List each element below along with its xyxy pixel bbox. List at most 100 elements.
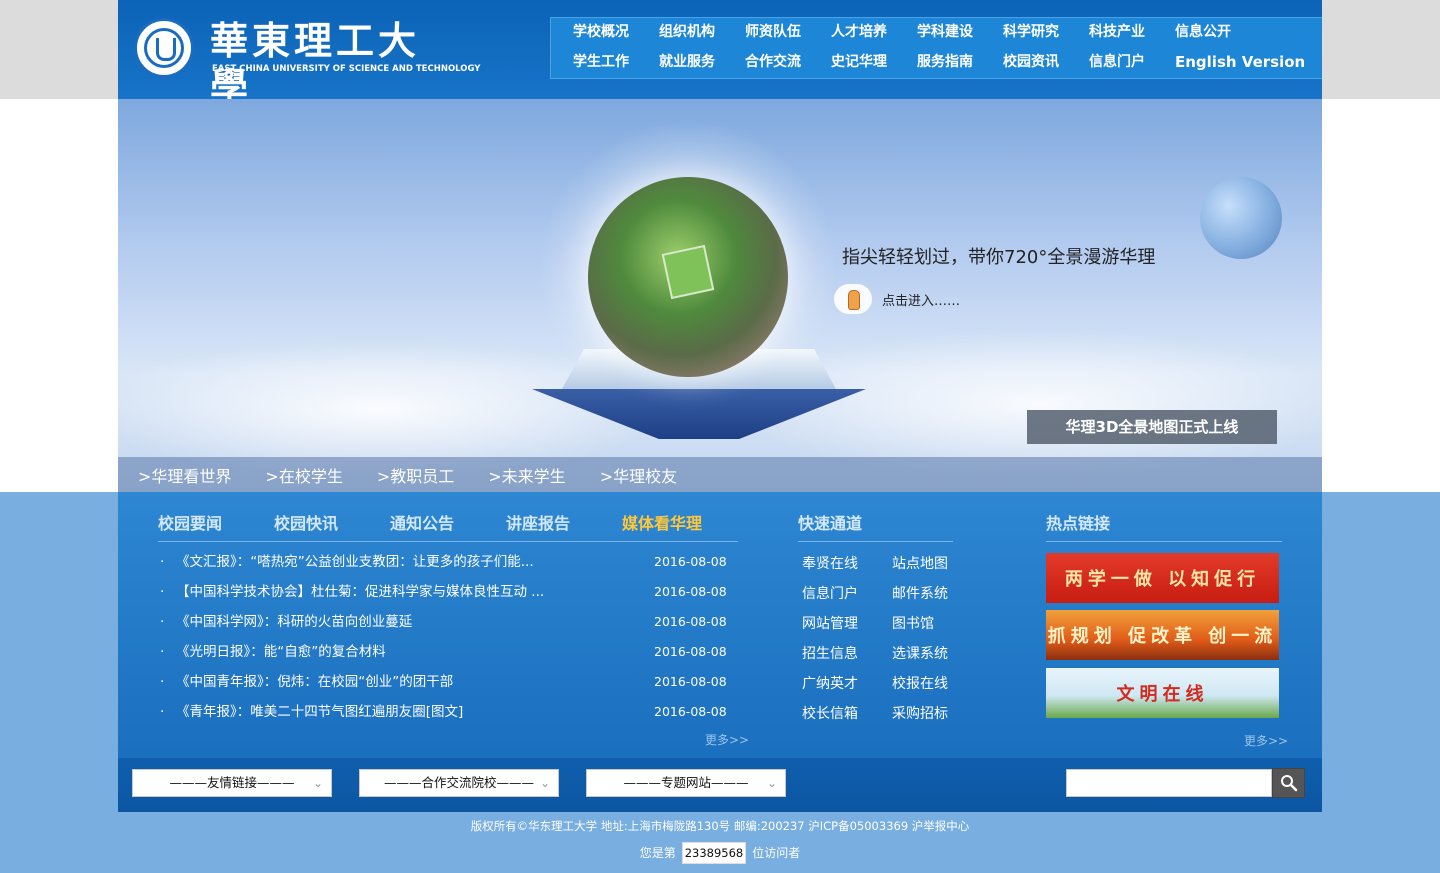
quick-link-admissions[interactable]: 招生信息	[802, 639, 892, 669]
news-date: 2016-08-08	[654, 584, 727, 599]
visits-prefix: 您是第	[639, 846, 676, 860]
nav-item-service-guide[interactable]: 服务指南	[895, 48, 981, 78]
hot-more-link[interactable]: 更多>>	[1244, 732, 1288, 749]
banner-caption[interactable]: 华理3D全景地图正式上线	[1027, 410, 1277, 444]
hot-banner-two-studies[interactable]: 两学一做 以知促行	[1046, 553, 1279, 603]
nav-item-history[interactable]: 史记华理	[809, 48, 895, 78]
chevron-down-icon: ⌄	[539, 776, 551, 790]
tab-notices[interactable]: 通知公告	[390, 512, 506, 541]
news-title[interactable]: 《青年报》：唯美二十四节气图红遍朋友圈[图文]	[176, 697, 586, 727]
news-date: 2016-08-08	[654, 704, 727, 719]
list-item[interactable]: · 【中国科学技术协会】杜仕菊：促进科学家与媒体良性互动 ... 2016-08…	[160, 577, 730, 607]
nav-item-disciplines[interactable]: 学科建设	[895, 18, 981, 48]
list-item[interactable]: · 《中国青年报》：倪炜：在校园“创业”的团干部 2016-08-08	[160, 667, 730, 697]
nav-item-info-portal[interactable]: 信息门户	[1067, 48, 1153, 78]
news-title[interactable]: 《文汇报》：“嗒热宛”公益创业支教团：让更多的孩子们能...	[176, 547, 586, 577]
visitor-counter-line: 您是第 23389568 位访问者	[118, 842, 1322, 864]
visits-suffix: 位访问者	[752, 846, 801, 860]
list-item[interactable]: · 《文汇报》：“嗒热宛”公益创业支教团：让更多的孩子们能... 2016-08…	[160, 547, 730, 577]
list-item[interactable]: · 《青年报》：唯美二十四节气图红遍朋友圈[图文] 2016-08-08	[160, 697, 730, 727]
list-item[interactable]: · 《光明日报》：能“自愈”的复合材料 2016-08-08	[160, 637, 730, 667]
topic-sites-select[interactable]: ———专题网站——— ⌄	[586, 769, 786, 797]
quick-link-recruitment[interactable]: 广纳英才	[802, 669, 892, 699]
tab-future-students[interactable]: >未来学生	[488, 463, 565, 487]
tab-media[interactable]: 媒体看华理	[622, 512, 738, 541]
select-value: ———专题网站———	[623, 775, 749, 790]
university-logo[interactable]: 華東理工大學 EAST CHINA UNIVERSITY OF SCIENCE …	[134, 16, 480, 109]
quick-link-newspaper[interactable]: 校报在线	[892, 669, 962, 699]
select-value: ———友情链接———	[169, 775, 295, 790]
quick-link-course-selection[interactable]: 选课系统	[892, 639, 962, 669]
quick-links-title: 快速通道	[798, 512, 953, 542]
news-more-link[interactable]: 更多>>	[705, 731, 749, 748]
quick-link-procurement[interactable]: 采购招标	[892, 699, 962, 729]
quick-link-fengxian[interactable]: 奉贤在线	[802, 549, 892, 579]
banner-promo-text: 指尖轻轻划过，带你720°全景漫游华理	[842, 247, 1156, 268]
page-container: 華東理工大學 EAST CHINA UNIVERSITY OF SCIENCE …	[118, 0, 1322, 873]
news-date: 2016-08-08	[654, 554, 727, 569]
quick-link-president-mailbox[interactable]: 校长信箱	[802, 699, 892, 729]
nav-item-career[interactable]: 就业服务	[637, 48, 723, 78]
search-input[interactable]	[1066, 769, 1272, 797]
bullet-icon: ·	[160, 554, 165, 570]
nav-item-organization[interactable]: 组织机构	[637, 18, 723, 48]
hot-banner-planning[interactable]: 抓规划 促改革 创一流	[1046, 610, 1279, 660]
quick-link-library[interactable]: 图书馆	[892, 609, 962, 639]
chevron-down-icon: ⌄	[766, 776, 778, 790]
university-seal-icon	[134, 18, 194, 78]
tab-world[interactable]: >华理看世界	[138, 463, 231, 487]
visitor-count: 23389568	[681, 842, 747, 864]
nav-item-faculty[interactable]: 师资队伍	[723, 18, 809, 48]
campus-globe-image[interactable]	[588, 177, 788, 377]
news-list: · 《文汇报》：“嗒热宛”公益创业支教团：让更多的孩子们能... 2016-08…	[160, 547, 730, 727]
search-button[interactable]	[1272, 768, 1305, 798]
news-tabs: 校园要闻 校园快讯 通知公告 讲座报告 媒体看华理	[158, 512, 738, 542]
bullet-icon: ·	[160, 644, 165, 660]
hot-banner-civilization[interactable]: 文明在线	[1046, 668, 1279, 718]
nav-row-1: 学校概况 组织机构 师资队伍 人才培养 学科建设 科学研究 科技产业 信息公开	[551, 18, 1239, 48]
nav-item-cooperation[interactable]: 合作交流	[723, 48, 809, 78]
quick-link-mail[interactable]: 邮件系统	[892, 579, 962, 609]
nav-item-campus-news[interactable]: 校园资讯	[981, 48, 1067, 78]
quick-link-site-admin[interactable]: 网站管理	[802, 609, 892, 639]
chevron-down-icon: ⌄	[312, 776, 324, 790]
banner-enter-label: 点击进入……	[882, 293, 961, 309]
quick-link-portal[interactable]: 信息门户	[802, 579, 892, 609]
audience-tabs: >华理看世界 >在校学生 >教职员工 >未来学生 >华理校友	[118, 457, 1322, 492]
nav-item-student-affairs[interactable]: 学生工作	[551, 48, 637, 78]
tab-campus-flash[interactable]: 校园快讯	[274, 512, 390, 541]
nav-item-overview[interactable]: 学校概况	[551, 18, 637, 48]
bullet-icon: ·	[160, 584, 165, 600]
sports-field	[661, 244, 715, 300]
nav-item-disclosure[interactable]: 信息公开	[1153, 18, 1239, 48]
tab-alumni[interactable]: >华理校友	[600, 463, 677, 487]
hero-banner[interactable]: 指尖轻轻划过，带你720°全景漫游华理 点击进入…… 华理3D全景地图正式上线 …	[118, 99, 1322, 492]
nav-row-2: 学生工作 就业服务 合作交流 史记华理 服务指南 校园资讯 信息门户 Engli…	[551, 48, 1305, 78]
nav-item-industry[interactable]: 科技产业	[1067, 18, 1153, 48]
nav-item-research[interactable]: 科学研究	[981, 18, 1067, 48]
friend-links-select[interactable]: ———友情链接——— ⌄	[132, 769, 332, 797]
main-nav: 学校概况 组织机构 师资队伍 人才培养 学科建设 科学研究 科技产业 信息公开 …	[550, 17, 1322, 79]
news-title[interactable]: 《光明日报》：能“自愈”的复合材料	[176, 637, 586, 667]
news-date: 2016-08-08	[654, 614, 727, 629]
hot-links-title: 热点链接	[1046, 512, 1282, 542]
bullet-icon: ·	[160, 614, 165, 630]
tab-students[interactable]: >在校学生	[265, 463, 342, 487]
nav-item-english[interactable]: English Version	[1153, 48, 1305, 78]
banner-enter-link[interactable]: 点击进入……	[834, 281, 960, 317]
bullet-icon: ·	[160, 674, 165, 690]
tab-campus-news[interactable]: 校园要闻	[158, 512, 274, 541]
bottom-bar: ———友情链接——— ⌄ ———合作交流院校——— ⌄ ———专题网站——— ⌄	[118, 758, 1322, 812]
list-item[interactable]: · 《中国科学网》：科研的火苗向创业蔓延 2016-08-08	[160, 607, 730, 637]
tab-lectures[interactable]: 讲座报告	[506, 512, 622, 541]
news-title[interactable]: 《中国科学网》：科研的火苗向创业蔓延	[176, 607, 586, 637]
tab-staff[interactable]: >教职员工	[377, 463, 454, 487]
bullet-icon: ·	[160, 704, 165, 720]
quick-link-sitemap[interactable]: 站点地图	[892, 549, 962, 579]
footer-copyright: 版权所有©华东理工大学 地址:上海市梅陇路130号 邮编:200237 沪ICP…	[470, 819, 970, 833]
search-icon	[1280, 775, 1297, 792]
nav-item-education[interactable]: 人才培养	[809, 18, 895, 48]
partner-schools-select[interactable]: ———合作交流院校——— ⌄	[359, 769, 559, 797]
news-title[interactable]: 《中国青年报》：倪炜：在校园“创业”的团干部	[176, 667, 586, 697]
news-title[interactable]: 【中国科学技术协会】杜仕菊：促进科学家与媒体良性互动 ...	[176, 577, 586, 607]
